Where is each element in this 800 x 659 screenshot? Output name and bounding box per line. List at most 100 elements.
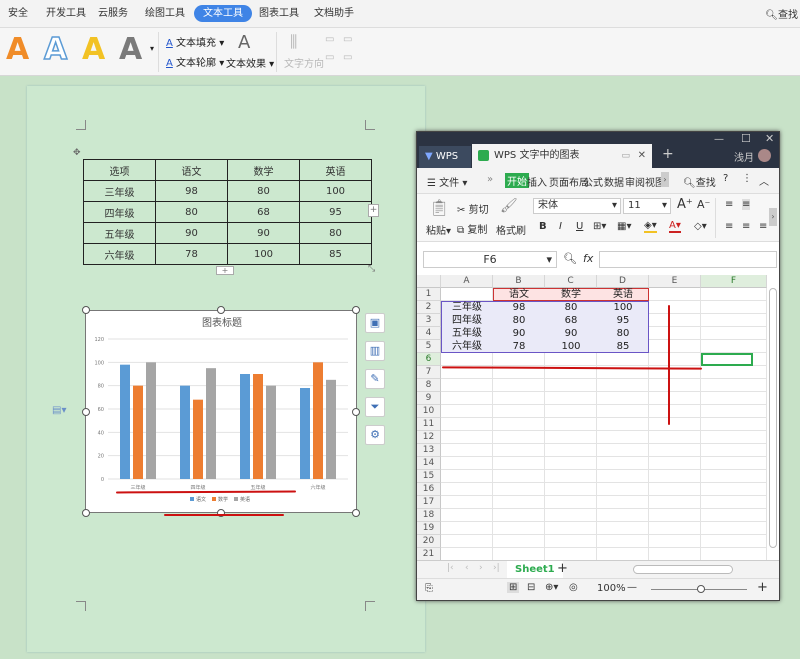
text-fill-button[interactable]: A 文本填充 ▾: [166, 34, 224, 49]
help-icon[interactable]: ?: [723, 173, 728, 184]
column-header[interactable]: E: [649, 275, 701, 288]
select-all-corner[interactable]: [417, 275, 441, 288]
align-top-icon[interactable]: ▭: [325, 34, 334, 45]
table-move-handle[interactable]: ✥: [73, 148, 81, 158]
column-header[interactable]: C: [545, 275, 597, 288]
formula-input[interactable]: [599, 251, 777, 268]
grid-cell[interactable]: 四年级: [441, 314, 493, 327]
row-header[interactable]: 5: [417, 340, 441, 353]
tab-text-tools[interactable]: 文本工具: [194, 5, 252, 22]
row-header[interactable]: 20: [417, 535, 441, 548]
grid-cell[interactable]: 数学: [545, 288, 597, 301]
borders-icon[interactable]: ⊞▾: [593, 221, 606, 232]
user-name[interactable]: 浅月: [734, 149, 754, 164]
tab-security[interactable]: 安全: [8, 6, 28, 22]
add-sheet-icon[interactable]: +: [557, 561, 568, 576]
minimize-icon[interactable]: —: [714, 134, 724, 145]
ribbon-scroll-right[interactable]: ›: [769, 208, 777, 226]
decrease-font-icon[interactable]: A⁻: [697, 198, 710, 211]
column-header[interactable]: A: [441, 275, 493, 288]
grid-cell[interactable]: 95: [597, 314, 649, 327]
text-style-gold[interactable]: A: [82, 34, 105, 66]
menu-scroll-right[interactable]: ›: [661, 172, 669, 187]
align-left-icon[interactable]: ≡: [725, 221, 733, 232]
new-tab-icon[interactable]: +: [662, 146, 674, 162]
sheet-next-icon[interactable]: ›: [479, 563, 483, 573]
font-color-icon[interactable]: A▾: [669, 220, 681, 233]
grid-cell[interactable]: 80: [493, 314, 545, 327]
row-header[interactable]: 16: [417, 483, 441, 496]
align-bottom-icon[interactable]: ▭: [325, 52, 334, 63]
row-header[interactable]: 3: [417, 314, 441, 327]
align-justify-icon[interactable]: ▭: [343, 52, 352, 63]
chart-style-icon[interactable]: ▥: [365, 341, 385, 361]
text-outline-button[interactable]: A 文本轮廓 ▾: [166, 54, 224, 69]
chart-object[interactable]: 图表标题 120 100 80 60 40 20 0 三年级 四年级 五年级 六年级 语文 数学 英语: [85, 310, 357, 513]
align-center-v-icon[interactable]: ≡: [742, 199, 751, 210]
text-effect-button[interactable]: 文本效果 ▾: [226, 55, 274, 70]
grid-cell[interactable]: 英语: [597, 288, 649, 301]
layout-options-icon[interactable]: ▤▾: [52, 405, 66, 416]
paste-button[interactable]: 粘贴▾: [426, 222, 451, 237]
grid-cell[interactable]: 六年级: [441, 340, 493, 353]
find-button[interactable]: 🔍︎查找: [683, 174, 716, 189]
sheet-first-icon[interactable]: |‹: [447, 563, 454, 573]
collapse-ribbon-icon[interactable]: ︿: [759, 173, 769, 188]
row-header[interactable]: 10: [417, 405, 441, 418]
row-header[interactable]: 17: [417, 496, 441, 509]
row-header[interactable]: 1: [417, 288, 441, 301]
document-tab[interactable]: WPS 文字中的图表 ▭ ✕: [472, 144, 652, 168]
align-center-icon[interactable]: ≡: [742, 221, 750, 232]
grid-cell[interactable]: 98: [493, 301, 545, 314]
sheet-grid[interactable]: ABCDEF1234567891011121314151617181920212…: [417, 275, 779, 560]
chart-elements-icon[interactable]: ▣: [365, 313, 385, 333]
copy-button[interactable]: ⧉ 复制: [457, 221, 487, 236]
row-header[interactable]: 9: [417, 392, 441, 405]
table-resize-handle[interactable]: ⤡: [368, 264, 375, 274]
row-header[interactable]: 12: [417, 431, 441, 444]
vertical-scrollbar[interactable]: [769, 288, 777, 548]
grid-cell[interactable]: 68: [545, 314, 597, 327]
row-header[interactable]: 4: [417, 327, 441, 340]
font-size-select[interactable]: 11 ▾: [623, 198, 671, 214]
grid-cell[interactable]: 80: [545, 301, 597, 314]
add-column-button[interactable]: +: [368, 204, 379, 217]
tab-chart-tools[interactable]: 图表工具: [259, 6, 299, 22]
reading-mode-icon[interactable]: ◎: [569, 582, 578, 593]
align-top-icon[interactable]: ≡: [725, 199, 733, 210]
underline-button[interactable]: U: [576, 221, 583, 232]
chart-brush-icon[interactable]: ✎: [365, 369, 385, 389]
tab-start[interactable]: 开始: [505, 173, 529, 188]
grid-cell[interactable]: 80: [597, 327, 649, 340]
close-tab-icon[interactable]: ✕: [638, 144, 646, 168]
avatar[interactable]: [758, 149, 771, 162]
row-header[interactable]: 7: [417, 366, 441, 379]
tab-dev-tools[interactable]: 开发工具: [46, 6, 86, 22]
tab-draw-tools[interactable]: 绘图工具: [145, 6, 185, 22]
zoom-slider-thumb[interactable]: [697, 585, 705, 593]
grid-cell[interactable]: 100: [597, 301, 649, 314]
grid-cell[interactable]: 三年级: [441, 301, 493, 314]
tab-review[interactable]: 审阅: [625, 174, 645, 189]
zoom-level[interactable]: 100%: [597, 583, 626, 594]
maximize-icon[interactable]: ☐: [741, 132, 751, 145]
tab-cloud[interactable]: 云服务: [98, 6, 128, 22]
grid-cell[interactable]: 90: [493, 327, 545, 340]
pin-icon[interactable]: ▭: [621, 144, 630, 168]
more-icon[interactable]: ⋮: [742, 173, 752, 184]
column-header[interactable]: B: [493, 275, 545, 288]
cut-button[interactable]: ✂ 剪切: [457, 201, 489, 216]
zoom-formula-icon[interactable]: 🔍︎: [563, 252, 577, 265]
increase-font-icon[interactable]: A⁺: [677, 197, 693, 212]
row-header[interactable]: 2: [417, 301, 441, 314]
fill-color-icon[interactable]: ◈▾: [644, 220, 657, 233]
zoom-in-icon[interactable]: +: [757, 580, 768, 595]
zoom-out-icon[interactable]: —: [627, 582, 637, 593]
row-header[interactable]: 6: [417, 353, 441, 366]
status-macro-icon[interactable]: ⎘: [425, 583, 433, 594]
horizontal-scrollbar[interactable]: [633, 565, 733, 574]
text-style-gray[interactable]: A: [119, 34, 142, 66]
grid-cell[interactable]: 78: [493, 340, 545, 353]
sheet-last-icon[interactable]: ›|: [493, 563, 500, 573]
tab-formula[interactable]: 公式: [583, 174, 603, 189]
